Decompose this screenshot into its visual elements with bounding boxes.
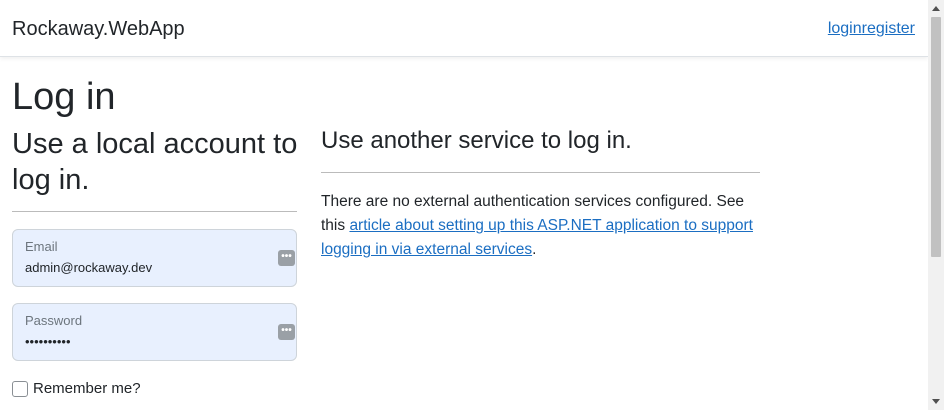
local-account-heading: Use a local account to log in.: [12, 128, 298, 196]
external-message-end: .: [532, 241, 537, 258]
brand-link[interactable]: Rockaway.WebApp: [12, 18, 185, 40]
password-manager-key-icon[interactable]: •••: [278, 324, 295, 340]
remember-me-checkbox[interactable]: [12, 381, 28, 397]
password-input[interactable]: ••••••••••: [25, 335, 265, 349]
email-field[interactable]: Email •••: [12, 229, 297, 287]
scrollbar-thumb[interactable]: [931, 17, 941, 257]
remember-me[interactable]: Remember me?: [12, 380, 141, 398]
vertical-scrollbar[interactable]: [928, 0, 944, 410]
external-login-heading: Use another service to log in.: [321, 127, 632, 154]
divider: [12, 211, 297, 212]
scroll-up-arrow-icon[interactable]: [932, 6, 940, 11]
navbar: Rockaway.WebApp loginregister: [0, 0, 928, 57]
page-title: Log in: [12, 76, 116, 118]
external-auth-article-link[interactable]: article about setting up this ASP.NET ap…: [321, 217, 753, 258]
scroll-down-arrow-icon[interactable]: [932, 399, 940, 404]
external-login-message: There are no external authentication ser…: [321, 190, 761, 262]
password-field[interactable]: Password •••••••••• •••: [12, 303, 297, 361]
login-link[interactable]: login: [828, 20, 862, 37]
password-label: Password: [25, 313, 83, 328]
register-link[interactable]: register: [862, 20, 915, 37]
email-input[interactable]: [25, 261, 265, 275]
password-manager-key-icon[interactable]: •••: [278, 250, 295, 266]
email-label: Email: [25, 239, 58, 254]
divider: [321, 172, 760, 173]
nav-links: loginregister: [828, 20, 915, 38]
remember-me-label[interactable]: Remember me?: [33, 380, 141, 398]
